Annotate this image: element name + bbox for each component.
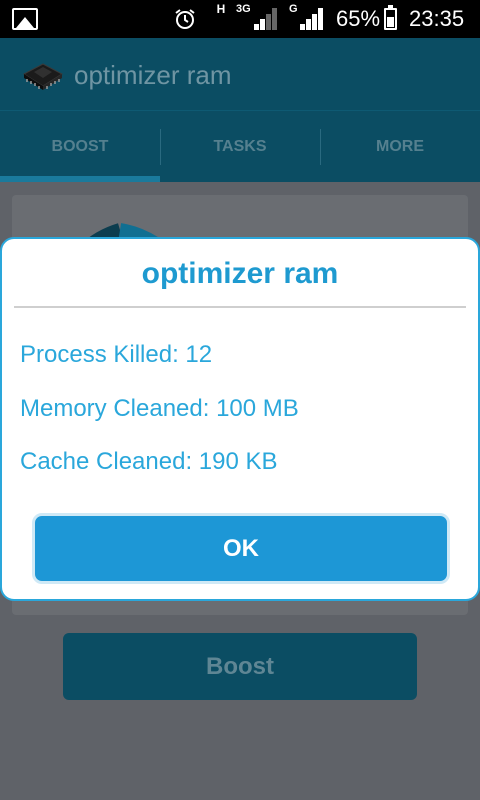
- chip-icon: [23, 63, 63, 90]
- network-type-3g: 3G: [236, 3, 251, 15]
- signal-icon: [254, 8, 278, 30]
- status-bar: H 3G G 65% 23:35: [0, 0, 480, 38]
- cache-cleaned-text: Cache Cleaned: 190 KB: [20, 448, 278, 475]
- battery-icon: [384, 5, 397, 30]
- dialog-title: optimizer ram: [141, 257, 339, 290]
- memory-cleaned-text: Memory Cleaned: 100 MB: [20, 395, 299, 422]
- signal-icon: [300, 8, 324, 30]
- boost-button[interactable]: Boost: [63, 633, 417, 700]
- gallery-icon: [12, 8, 38, 30]
- tab-bar: BOOST TASKS MORE: [0, 110, 480, 182]
- alarm-icon: [175, 9, 195, 29]
- battery-percent: 65%: [336, 6, 381, 31]
- tab-indicator: [0, 176, 160, 182]
- action-bar: optimizer ram: [0, 38, 480, 110]
- result-dialog: optimizer ram Process Killed: 12 Memory …: [0, 237, 480, 601]
- status-clock: 23:35: [409, 6, 465, 31]
- process-killed-text: Process Killed: 12: [20, 341, 213, 368]
- tab-tasks[interactable]: TASKS: [160, 111, 320, 183]
- tab-more[interactable]: MORE: [320, 111, 480, 183]
- tab-boost[interactable]: BOOST: [0, 111, 160, 183]
- app-title: optimizer ram: [74, 60, 232, 90]
- dialog-divider: [14, 306, 466, 308]
- network-type-g: G: [289, 3, 298, 15]
- ok-button[interactable]: OK: [32, 513, 450, 584]
- network-type-h: H: [216, 2, 226, 16]
